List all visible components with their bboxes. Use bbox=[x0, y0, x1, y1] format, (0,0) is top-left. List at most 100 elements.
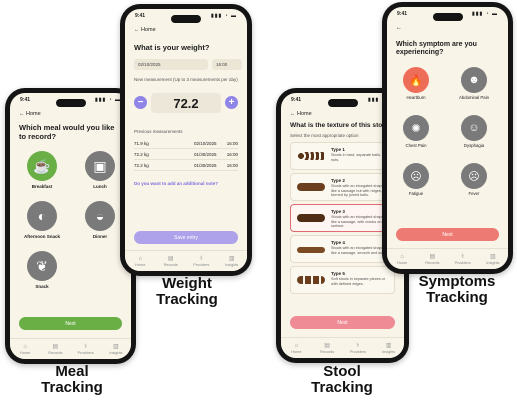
back-home-link[interactable]: ← Home bbox=[19, 111, 41, 117]
symptom-option-abdominal-pain[interactable]: ☻ Abdominal Pain bbox=[453, 67, 495, 100]
home-icon: ⌂ bbox=[138, 255, 143, 262]
back-home-link[interactable]: ← Home bbox=[290, 111, 312, 117]
records-icon: ▤ bbox=[429, 253, 436, 260]
flame-icon: 🔥 bbox=[403, 67, 429, 93]
nav-home[interactable]: ⌂ Home bbox=[129, 256, 151, 267]
symptom-option-dysphagia[interactable]: ☺ Dysphagia bbox=[453, 115, 495, 148]
increase-button[interactable]: + bbox=[225, 96, 238, 109]
symptom-label: Abdominal Pain bbox=[458, 95, 490, 100]
caption-line: Tracking bbox=[156, 290, 218, 308]
caption-line: Stool bbox=[323, 363, 361, 380]
next-button[interactable]: Next bbox=[396, 228, 499, 241]
nav-label: Insights bbox=[225, 262, 239, 267]
stool-option-type3[interactable]: Type 3 Stools with an elongated shape li… bbox=[290, 204, 395, 232]
nav-home[interactable]: ⌂ Home bbox=[14, 344, 36, 355]
caption-line: Tracking bbox=[311, 378, 373, 396]
nav-providers[interactable]: ⚕ Providers bbox=[190, 256, 212, 267]
signal-icon: ▮▮▮ ◔ ▬ bbox=[210, 13, 237, 19]
caption-line: Meal bbox=[55, 363, 89, 380]
stool-type-title: Type 1 bbox=[331, 147, 345, 152]
meal-option-breakfast[interactable]: ☕ Breakfast bbox=[18, 151, 66, 189]
insights-icon: ▥ bbox=[228, 255, 235, 262]
symptom-option-heartburn[interactable]: 🔥 Heartburn bbox=[395, 67, 437, 100]
symptoms-caption: Symptoms Tracking bbox=[402, 274, 512, 306]
add-note-link[interactable]: Do you want to add an additional note? bbox=[134, 181, 218, 186]
throat-icon: ☺ bbox=[461, 115, 487, 141]
symptom-label: Dysphagia bbox=[463, 143, 485, 148]
weight-value[interactable]: 72.2 bbox=[151, 93, 221, 113]
status-time: 9:41 bbox=[291, 97, 302, 103]
stool-option-type1[interactable]: Type 1 Stools in hard, separate balls. L… bbox=[290, 142, 395, 170]
meal-option-label: Dinner bbox=[92, 234, 108, 239]
row-weight: 71.9 kg bbox=[134, 141, 149, 146]
time-field[interactable]: 16:00 bbox=[212, 59, 242, 70]
symptoms-phone: 9:41 ▮▮▮ ◔ ▬ ← Which symptom are you exp… bbox=[382, 2, 513, 274]
nav-label: Providers bbox=[349, 349, 366, 354]
row-weight: 72.2 kg bbox=[134, 163, 149, 168]
meal-option-snack[interactable]: ❦ Snack bbox=[18, 251, 66, 289]
nav-label: Home bbox=[135, 262, 146, 267]
date-field[interactable]: 02/10/2025 bbox=[134, 59, 208, 70]
decrease-button[interactable]: − bbox=[134, 96, 147, 109]
insights-icon: ▥ bbox=[385, 342, 392, 349]
status-bar: 9:41 ▮▮▮ ◔ ▬ bbox=[397, 11, 498, 21]
nav-insights[interactable]: ▥ Insights bbox=[221, 256, 243, 267]
meal-option-afternoon-snack[interactable]: ◐ Afternoon Snack bbox=[18, 201, 66, 239]
nav-label: Providers bbox=[193, 262, 210, 267]
status-time: 9:41 bbox=[20, 97, 31, 103]
nav-insights[interactable]: ▥ Insights bbox=[482, 254, 504, 265]
symptom-option-fatigue[interactable]: ☹ Fatigue bbox=[395, 163, 437, 196]
symptom-option-chest-pain[interactable]: ✺ Chest Pain bbox=[395, 115, 437, 148]
nav-records[interactable]: ▤ Records bbox=[44, 344, 66, 355]
nav-providers[interactable]: ⚕ Providers bbox=[75, 344, 97, 355]
meal-option-label: Lunch bbox=[93, 184, 107, 189]
meal-option-dinner[interactable]: ◒ Dinner bbox=[76, 201, 124, 239]
stool-option-type2[interactable]: Type 2 Stools with an elongated shape li… bbox=[290, 173, 395, 201]
stool-type-title: Type 2 bbox=[331, 178, 345, 183]
back-home-link[interactable]: ← Home bbox=[134, 27, 156, 33]
coffee-icon: ☕ bbox=[27, 151, 57, 181]
meal-option-label: Snack bbox=[35, 284, 49, 289]
records-icon: ▤ bbox=[324, 342, 330, 349]
nav-insights[interactable]: ▥ Insights bbox=[105, 344, 127, 355]
row-time: 16:00 bbox=[226, 152, 238, 157]
status-bar: 9:41 ▮▮▮ ◔ ▬ bbox=[135, 13, 237, 23]
insights-icon: ▥ bbox=[490, 253, 496, 260]
nav-records[interactable]: ▤ Records bbox=[421, 254, 443, 265]
home-icon: ⌂ bbox=[294, 342, 299, 349]
nav-records[interactable]: ▤ Records bbox=[160, 256, 182, 267]
next-button[interactable]: Next bbox=[19, 317, 122, 330]
nav-providers[interactable]: ⚕ Providers bbox=[452, 254, 474, 265]
row-date: 02/10/2025 bbox=[194, 141, 217, 146]
status-bar: 9:41 ▮▮▮ ◔ ▬ bbox=[291, 97, 394, 107]
next-button[interactable]: Next bbox=[290, 316, 395, 329]
nav-home[interactable]: ⌂ Home bbox=[391, 254, 413, 265]
symptom-option-fever[interactable]: ☹ Fever bbox=[453, 163, 495, 196]
meal-caption: Meal Tracking bbox=[30, 364, 114, 396]
weight-caption: Weight Tracking bbox=[140, 276, 234, 308]
records-icon: ▤ bbox=[52, 343, 59, 350]
stool-option-type4[interactable]: Type 4 Stools with an elongated shape li… bbox=[290, 235, 395, 263]
nav-label: Home bbox=[20, 350, 31, 355]
save-entry-button[interactable]: Save entry bbox=[134, 231, 238, 244]
nav-label: Insights bbox=[486, 260, 500, 265]
back-arrow-icon[interactable]: ← bbox=[396, 25, 402, 31]
nav-insights[interactable]: ▥ Insights bbox=[378, 343, 400, 354]
nav-records[interactable]: ▤ Records bbox=[316, 343, 338, 354]
meal-option-label: Afternoon Snack bbox=[23, 234, 60, 239]
nav-label: Insights bbox=[109, 350, 123, 355]
stool-option-type5[interactable]: Type 5 Soft stools in separate pieces or… bbox=[290, 266, 395, 294]
home-icon: ⌂ bbox=[400, 253, 404, 260]
meal-option-lunch[interactable]: ▣ Lunch bbox=[76, 151, 124, 189]
lunchbox-icon: ▣ bbox=[85, 151, 115, 181]
caption-line: Weight bbox=[162, 275, 212, 292]
weight-phone: 9:41 ▮▮▮ ◔ ▬ ← Home What is your weight?… bbox=[120, 4, 252, 276]
table-row: 72.2 kg 01/30/2025 16:00 bbox=[134, 161, 238, 171]
symptoms-screen: 9:41 ▮▮▮ ◔ ▬ ← Which symptom are you exp… bbox=[387, 7, 508, 269]
signal-icon: ▮▮▮ ◔ ▬ bbox=[471, 11, 498, 17]
meal-option-label: Breakfast bbox=[31, 184, 53, 189]
nav-providers[interactable]: ⚕ Providers bbox=[347, 343, 369, 354]
nav-home[interactable]: ⌂ Home bbox=[285, 343, 307, 354]
meal-question: Which meal would you like to record? bbox=[19, 123, 115, 141]
stool-type-title: Type 3 bbox=[331, 209, 345, 214]
